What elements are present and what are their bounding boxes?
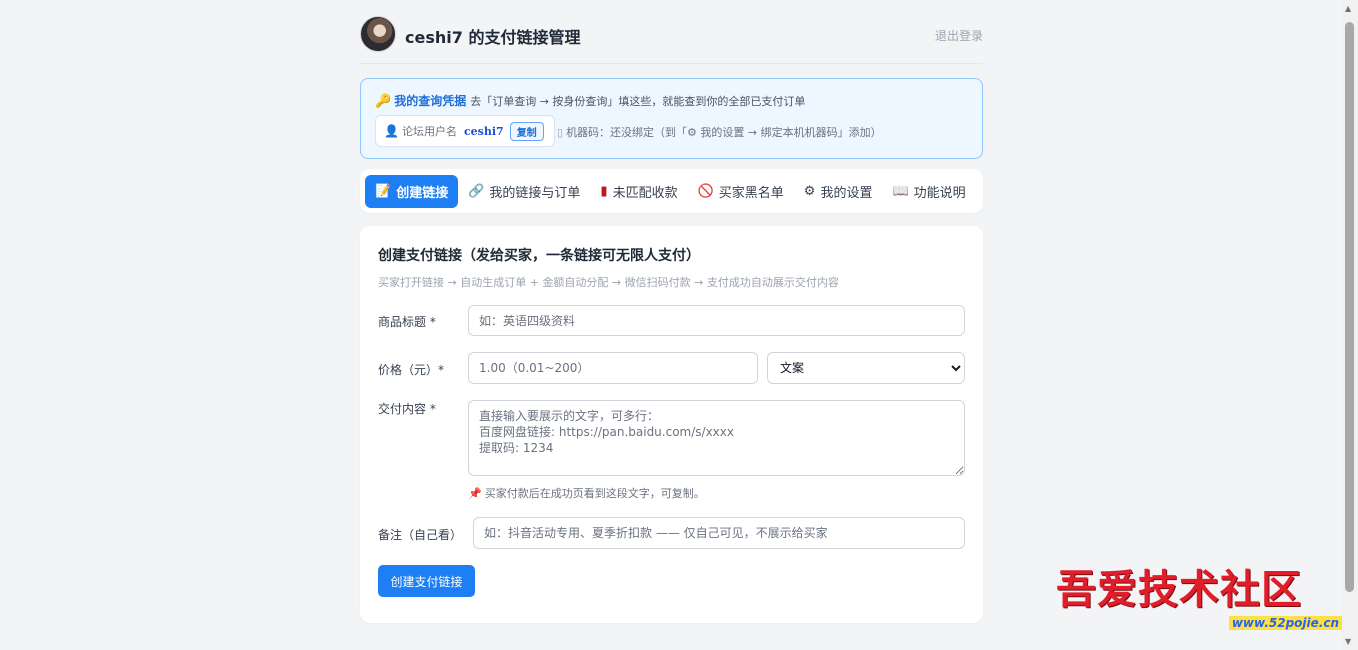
tab-feature-guide[interactable]: 📖 功能说明 bbox=[882, 175, 975, 208]
scroll-down-arrow-icon[interactable]: ▼ bbox=[1345, 637, 1351, 646]
tab-buyer-blacklist[interactable]: 🚫 买家黑名单 bbox=[688, 175, 794, 208]
create-link-form: 创建支付链接（发给买家，一条链接可无限人支付） 买家打开链接 → 自动生成订单 … bbox=[360, 226, 983, 623]
machine-code-status: ▯ 机器码：还没绑定（到「⚙ 我的设置 → 绑定本机机器码」添加） bbox=[557, 124, 882, 140]
credentials-title: 我的查询凭据 bbox=[394, 94, 467, 108]
tab-label: 买家黑名单 bbox=[718, 185, 784, 201]
hint-text: 买家付款后在成功页看到这段文字，可复制。 bbox=[484, 487, 705, 500]
content-type-select[interactable]: 文案 bbox=[767, 352, 965, 384]
page-title: ceshi7 的支付链接管理 bbox=[405, 28, 581, 47]
pushpin-icon: 📌 bbox=[468, 487, 482, 500]
delivery-hint: 📌 买家付款后在成功页看到这段文字，可复制。 bbox=[468, 485, 705, 501]
memo-icon: 📝 bbox=[375, 183, 392, 199]
tab-unmatched-payments[interactable]: ▮ 未匹配收款 bbox=[590, 175, 687, 208]
credentials-card: 🔑 我的查询凭据 去「订单查询 → 按身份查询」填这些，就能查到你的全部已支付订单 … bbox=[360, 78, 983, 159]
page-container: ceshi7 的支付链接管理 退出登录 🔑 我的查询凭据 去「订单查询 → 按身份查… bbox=[360, 0, 983, 623]
delivery-content-textarea[interactable] bbox=[468, 400, 965, 476]
note-label: 备注（自己看） bbox=[378, 528, 463, 542]
person-icon: 👤 bbox=[384, 124, 399, 138]
price-label: 价格（元）* bbox=[378, 363, 445, 377]
tab-label: 未匹配收款 bbox=[612, 185, 678, 201]
watermark-title: 吾爱技术社区 bbox=[1056, 566, 1302, 613]
product-title-label: 商品标题 * bbox=[378, 315, 436, 329]
avatar bbox=[360, 16, 396, 52]
gear-icon: ⚙ bbox=[803, 183, 816, 199]
phone-icon: ▯ bbox=[557, 126, 564, 139]
link-icon: 🔗 bbox=[468, 183, 485, 199]
header: ceshi7 的支付链接管理 退出登录 bbox=[360, 0, 983, 64]
tab-my-settings[interactable]: ⚙ 我的设置 bbox=[794, 175, 883, 208]
create-link-button[interactable]: 创建支付链接 bbox=[378, 565, 475, 597]
site-watermark: 吾爱技术社区 www.52pojie.cn bbox=[1056, 566, 1346, 638]
username-label: 论坛用户名 bbox=[401, 125, 457, 138]
product-title-input[interactable] bbox=[468, 305, 965, 336]
tab-label: 我的设置 bbox=[820, 185, 873, 201]
tab-bar: 📝 创建链接 🔗 我的链接与订单 ▮ 未匹配收款 🚫 买家黑名单 ⚙ 我的设置 📖 功能说明 bbox=[360, 169, 983, 213]
form-subtitle: 买家打开链接 → 自动生成订单 + 金额自动分配 → 微信扫码付款 → 支付成功… bbox=[378, 276, 839, 289]
username-value: ceshi7 bbox=[463, 124, 504, 138]
tab-label: 功能说明 bbox=[913, 185, 966, 201]
form-title: 创建支付链接（发给买家，一条链接可无限人支付） bbox=[378, 248, 700, 264]
key-icon: 🔑 bbox=[375, 94, 392, 109]
tab-label: 创建链接 bbox=[396, 185, 449, 201]
price-input[interactable] bbox=[468, 352, 758, 384]
book-icon: 📖 bbox=[892, 183, 909, 199]
username-box: 👤 论坛用户名 ceshi7 复制 bbox=[375, 115, 555, 147]
logout-link[interactable]: 退出登录 bbox=[935, 27, 983, 44]
delivery-content-label: 交付内容 * bbox=[378, 402, 436, 416]
watermark-url: www.52pojie.cn bbox=[1228, 616, 1342, 630]
tab-label: 我的链接与订单 bbox=[489, 185, 581, 201]
tab-links-orders[interactable]: 🔗 我的链接与订单 bbox=[458, 175, 590, 208]
credentials-description: 去「订单查询 → 按身份查询」填这些，就能查到你的全部已支付订单 bbox=[470, 95, 806, 108]
bar-icon: ▮ bbox=[600, 183, 608, 199]
scroll-up-arrow-icon[interactable]: ▲ bbox=[1345, 4, 1351, 13]
scroll-thumb[interactable] bbox=[1345, 22, 1354, 592]
credentials-header: 🔑 我的查询凭据 去「订单查询 → 按身份查询」填这些，就能查到你的全部已支付订单 bbox=[375, 92, 805, 109]
note-input[interactable] bbox=[473, 517, 965, 549]
copy-button[interactable]: 复制 bbox=[509, 121, 544, 141]
machine-code-text: 机器码：还没绑定（到「⚙ 我的设置 → 绑定本机机器码」添加） bbox=[566, 126, 882, 139]
page-scrollbar[interactable]: ▲ ▼ bbox=[1341, 0, 1358, 650]
tab-create-link[interactable]: 📝 创建链接 bbox=[365, 174, 459, 208]
prohibited-icon: 🚫 bbox=[697, 183, 714, 199]
